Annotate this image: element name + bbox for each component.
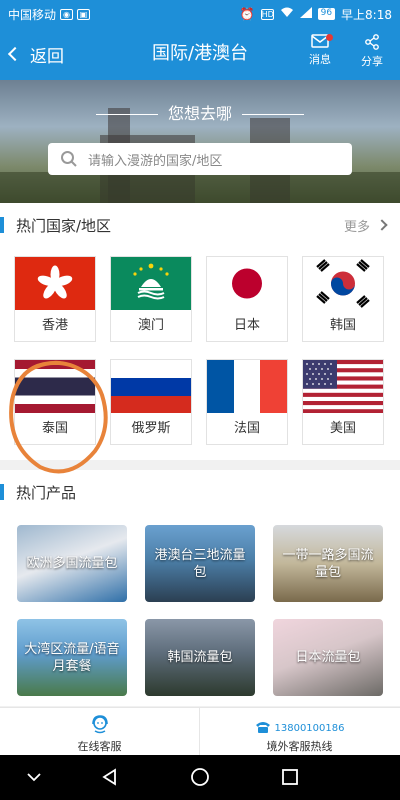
section-header: 热门国家/地区 更多 <box>0 203 400 247</box>
region-name: 泰国 <box>41 421 68 436</box>
region-korea[interactable]: 韩国 <box>302 256 384 342</box>
region-thailand[interactable]: 泰国 <box>14 359 96 445</box>
region-japan[interactable]: 日本 <box>206 256 288 342</box>
korea-flag-icon <box>303 257 383 310</box>
product-name: 欧洲多国流量包 <box>26 556 118 571</box>
region-russia[interactable]: 俄罗斯 <box>110 359 192 445</box>
hot-products-section: 热门产品 欧洲多国流量包 港澳台三地流量包 一带一路多国流量包 大湾区流量/语音… <box>0 470 400 706</box>
telephone-icon <box>255 722 270 733</box>
wifi-icon <box>280 7 294 21</box>
region-name: 日本 <box>233 318 260 333</box>
notification-icon: ▣ <box>77 8 91 20</box>
nav-bar: 返回 国际/港澳台 消息 分享 <box>0 28 400 80</box>
product-card[interactable]: 日本流量包 <box>273 619 383 696</box>
share-icon <box>365 34 379 50</box>
hero-title: 您想去哪 <box>0 100 400 124</box>
region-name: 香港 <box>41 318 68 333</box>
more-label: 更多 <box>343 219 370 235</box>
back-button[interactable]: 返回 <box>7 28 64 80</box>
product-name: 大湾区流量/语音月套餐 <box>24 641 120 674</box>
hd-icon: HD <box>260 8 274 20</box>
product-name: 港澳台三地流量包 <box>154 547 246 580</box>
region-usa[interactable]: 美国 <box>302 359 384 445</box>
online-service-label: 在线客服 <box>77 740 122 753</box>
japan-flag-icon <box>207 257 287 310</box>
region-name: 俄罗斯 <box>131 421 171 436</box>
hotline-number: 13800100186 <box>274 723 345 734</box>
product-card[interactable]: 港澳台三地流量包 <box>145 525 255 602</box>
carrier-label: 中国移动 <box>8 7 57 22</box>
region-france[interactable]: 法国 <box>206 359 288 445</box>
section-title: 热门国家/地区 <box>16 216 112 235</box>
service-bar: 在线客服 13800100186 境外客服热线 <box>0 707 400 756</box>
section-header: 热门产品 <box>0 470 400 514</box>
product-card[interactable]: 欧洲多国流量包 <box>17 525 127 602</box>
sim-icon: ◉ <box>60 8 74 20</box>
region-name: 韩国 <box>329 318 356 333</box>
hotline-label: 境外客服热线 <box>266 740 333 753</box>
hong-kong-flag-icon <box>15 257 95 310</box>
macau-flag-icon <box>111 257 191 310</box>
product-card[interactable]: 一带一路多国流量包 <box>273 525 383 602</box>
unread-badge <box>326 34 333 41</box>
region-name: 美国 <box>329 421 356 436</box>
alarm-icon: ⏰ <box>239 7 255 21</box>
status-bar: 中国移动 ◉ ▣ ⏰ HD 96 早上8:18 <box>0 0 400 28</box>
hot-regions-section: 热门国家/地区 更多 香港 澳门 日本 韩国 泰国 俄罗斯 法国 美国 <box>0 203 400 460</box>
share-label: 分享 <box>361 55 383 68</box>
product-card[interactable]: 大湾区流量/语音月套餐 <box>17 619 127 696</box>
more-button[interactable]: 更多 <box>343 203 388 247</box>
product-name: 韩国流量包 <box>167 650 233 665</box>
hotline-button[interactable]: 13800100186 境外客服热线 <box>200 708 399 756</box>
battery-level: 96 <box>317 8 336 20</box>
back-triangle-icon[interactable] <box>100 767 120 787</box>
product-name: 一带一路多国流量包 <box>282 547 374 580</box>
share-button[interactable]: 分享 <box>352 34 392 69</box>
home-circle-icon[interactable] <box>190 767 210 787</box>
product-card[interactable]: 韩国流量包 <box>145 619 255 696</box>
search-input[interactable]: 请输入漫游的国家/地区 <box>48 143 352 175</box>
online-service-button[interactable]: 在线客服 <box>0 708 199 756</box>
chevron-down-icon[interactable] <box>24 767 44 787</box>
signal-icon <box>299 7 312 21</box>
russia-flag-icon <box>111 360 191 413</box>
message-label: 消息 <box>309 53 331 66</box>
thailand-flag-icon <box>15 360 95 413</box>
back-label: 返回 <box>30 46 64 67</box>
message-button[interactable]: 消息 <box>300 34 340 67</box>
search-placeholder: 请输入漫游的国家/地区 <box>88 153 223 169</box>
chevron-right-icon <box>376 219 388 231</box>
status-time: 早上8:18 <box>341 7 392 22</box>
usa-flag-icon <box>303 360 383 413</box>
hero-banner: 您想去哪 请输入漫游的国家/地区 <box>0 80 400 203</box>
region-name: 澳门 <box>137 318 164 333</box>
customer-service-icon <box>91 715 108 734</box>
france-flag-icon <box>207 360 287 413</box>
region-name: 法国 <box>233 421 260 436</box>
section-title: 热门产品 <box>16 483 77 502</box>
chevron-left-icon <box>7 46 23 62</box>
region-hong-kong[interactable]: 香港 <box>14 256 96 342</box>
region-macau[interactable]: 澳门 <box>110 256 192 342</box>
product-name: 日本流量包 <box>295 650 361 665</box>
search-icon <box>61 151 77 167</box>
recents-square-icon[interactable] <box>280 767 300 787</box>
system-nav-bar <box>0 755 400 800</box>
